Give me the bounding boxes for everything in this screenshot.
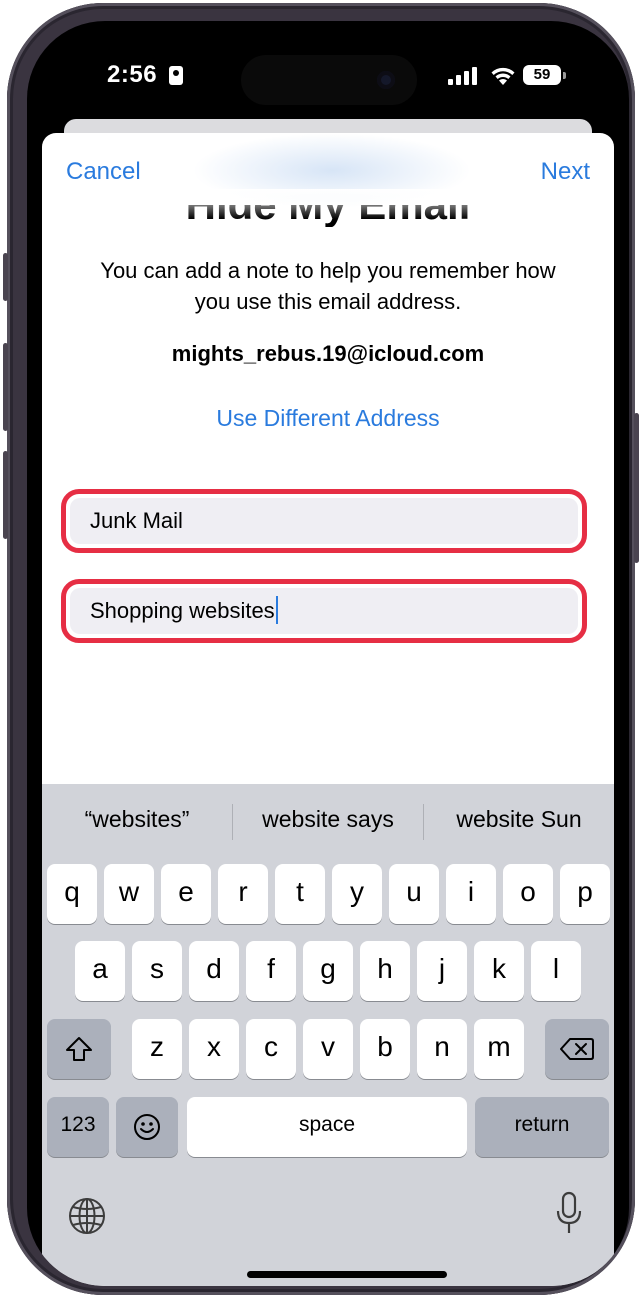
key-w[interactable]: w [104,864,154,924]
volume-up-button [3,343,8,431]
key-d[interactable]: d [189,941,239,1001]
label-field-value: Junk Mail [90,508,183,533]
key-y[interactable]: y [332,864,382,924]
battery-indicator: 59 [523,65,566,85]
text-cursor [275,596,278,625]
power-button [634,413,639,563]
note-field[interactable]: Shopping websites [70,588,578,634]
key-a[interactable]: a [75,941,125,1001]
key-x[interactable]: x [189,1019,239,1079]
email-address: mights_rebus.19@icloud.com [171,341,485,366]
cellular-signal-icon [448,67,477,85]
note-field-highlight: Shopping websites [61,579,587,643]
keyboard: “websites” website says website Sun q w … [42,784,614,1286]
key-b[interactable]: b [360,1019,410,1079]
delete-key[interactable] [545,1019,609,1079]
key-c[interactable]: c [246,1019,296,1079]
description-text: You can add a note to help you remember … [100,258,556,314]
dynamic-island [241,55,417,105]
phone-frame: 2:56 59 Hide My Email [3,3,639,1295]
key-t[interactable]: t [275,864,325,924]
screen: 2:56 59 Hide My Email [27,21,629,1286]
status-bar: 2:56 59 [27,21,629,121]
key-s[interactable]: s [132,941,182,1001]
suggestion-1[interactable]: “websites” [42,806,232,833]
label-field-highlight: Junk Mail [61,489,587,553]
predictive-bar: “websites” website says website Sun [42,784,614,860]
home-indicator[interactable] [247,1271,447,1278]
key-h[interactable]: h [360,941,410,1001]
wifi-icon [491,67,515,85]
key-e[interactable]: e [161,864,211,924]
key-z[interactable]: z [132,1019,182,1079]
emoji-key[interactable] [116,1097,178,1157]
key-u[interactable]: u [389,864,439,924]
key-l[interactable]: l [531,941,581,1001]
key-j[interactable]: j [417,941,467,1001]
key-k[interactable]: k [474,941,524,1001]
microphone-icon[interactable] [554,1191,584,1237]
numbers-key[interactable]: 123 [47,1097,109,1157]
suggestion-2[interactable]: website says [233,806,423,833]
key-v[interactable]: v [303,1019,353,1079]
shift-key[interactable] [47,1019,111,1079]
note-field-value: Shopping websites [90,598,275,623]
use-different-address-link[interactable]: Use Different Address [42,405,614,432]
space-key[interactable]: space [187,1097,467,1157]
emoji-icon [134,1113,160,1140]
next-button[interactable]: Next [541,158,590,186]
key-o[interactable]: o [503,864,553,924]
camera-icon [377,71,395,89]
cancel-button[interactable]: Cancel [66,158,141,186]
key-i[interactable]: i [446,864,496,924]
key-p[interactable]: p [560,864,610,924]
title-fade [42,189,614,219]
label-field[interactable]: Junk Mail [70,498,578,544]
key-f[interactable]: f [246,941,296,1001]
contact-card-icon [169,66,183,85]
shift-icon [66,1036,92,1061]
volume-down-button [3,451,8,539]
backspace-icon [560,1037,594,1060]
key-n[interactable]: n [417,1019,467,1079]
key-q[interactable]: q [47,864,97,924]
key-r[interactable]: r [218,864,268,924]
globe-icon[interactable] [67,1196,107,1236]
key-g[interactable]: g [303,941,353,1001]
action-button [3,253,8,301]
suggestion-3[interactable]: website Sun [424,806,614,833]
key-m[interactable]: m [474,1019,524,1079]
return-key[interactable]: return [475,1097,609,1157]
status-time: 2:56 [107,61,158,88]
